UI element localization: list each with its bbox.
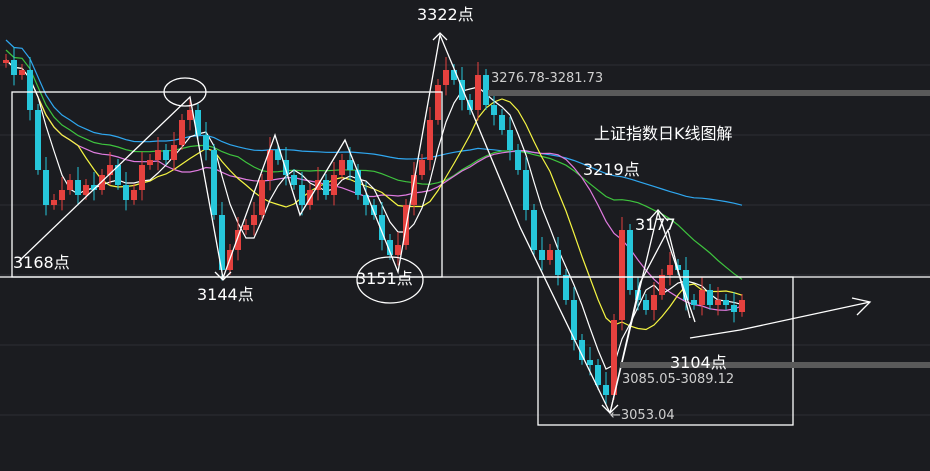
- candle-body: [619, 230, 625, 320]
- candle-body: [35, 110, 41, 170]
- candle-body: [659, 275, 665, 295]
- candle-body: [347, 160, 353, 170]
- candle-body: [395, 245, 401, 255]
- candle-body: [203, 135, 209, 150]
- candle-body: [339, 160, 345, 175]
- candle-body: [667, 265, 673, 275]
- candle-body: [587, 360, 593, 365]
- upper-gap-band: [488, 90, 930, 96]
- candle-body: [475, 75, 481, 110]
- candle-body: [515, 150, 521, 170]
- candle-body: [179, 120, 185, 145]
- label-3177: 3177: [635, 215, 676, 234]
- candle-body: [419, 160, 425, 175]
- candle-body: [563, 275, 569, 300]
- label-range-lower: 3085.05-3089.12: [622, 372, 734, 387]
- candle-body: [739, 300, 745, 312]
- candle-body: [27, 70, 33, 110]
- lower-gap-band: [620, 362, 930, 368]
- candle-body: [51, 200, 57, 205]
- candle-body: [211, 150, 217, 215]
- candle-body: [499, 115, 505, 130]
- kline-chart: 上证指数日K线图解 3322点 3168点 3144点 3151点 3219点 …: [0, 0, 930, 471]
- candle-body: [603, 385, 609, 395]
- label-3053: ←3053.04: [610, 408, 675, 423]
- candle-body: [131, 190, 137, 200]
- chart-background: [0, 0, 930, 471]
- candle-body: [435, 85, 441, 120]
- candle-body: [59, 190, 65, 200]
- candle-body: [83, 185, 89, 195]
- candle-body: [651, 295, 657, 310]
- label-3104: 3104点: [670, 353, 727, 372]
- candle-body: [699, 290, 705, 305]
- candle-body: [555, 250, 561, 275]
- candle-body: [67, 180, 73, 190]
- candle-body: [171, 145, 177, 160]
- candle-body: [123, 185, 129, 200]
- candle-body: [163, 150, 169, 160]
- candle-body: [291, 175, 297, 185]
- candle-body: [139, 165, 145, 190]
- candle-body: [707, 290, 713, 305]
- candle-body: [147, 160, 153, 165]
- candle-body: [547, 250, 553, 260]
- candle-body: [243, 225, 249, 230]
- label-3144: 3144点: [197, 285, 254, 304]
- candle-body: [531, 210, 537, 250]
- candle-body: [3, 60, 9, 63]
- candle-body: [323, 180, 329, 195]
- candle-body: [251, 215, 257, 225]
- candle-body: [523, 170, 529, 210]
- label-3322: 3322点: [417, 5, 474, 24]
- candle-body: [427, 120, 433, 160]
- candle-body: [507, 130, 513, 150]
- label-range-upper: 3276.78-3281.73: [491, 71, 603, 86]
- candle-body: [11, 60, 17, 75]
- label-3151: 3151点: [356, 269, 413, 288]
- candle-body: [331, 175, 337, 195]
- candle-body: [43, 170, 49, 205]
- candle-body: [627, 230, 633, 290]
- candle-body: [19, 70, 25, 75]
- chart-title: 上证指数日K线图解: [594, 124, 733, 143]
- candle-body: [595, 365, 601, 385]
- candle-body: [731, 305, 737, 312]
- candle-body: [75, 180, 81, 195]
- candle-body: [235, 230, 241, 250]
- candle-body: [723, 300, 729, 305]
- candle-body: [643, 300, 649, 310]
- candle-body: [491, 105, 497, 115]
- candle-body: [691, 300, 697, 305]
- candle-body: [155, 150, 161, 160]
- candle-body: [539, 250, 545, 260]
- candle-body: [99, 175, 105, 190]
- candle-body: [715, 300, 721, 305]
- candle-body: [259, 180, 265, 215]
- label-3219: 3219点: [583, 160, 640, 179]
- candle-body: [443, 70, 449, 85]
- candle-body: [299, 185, 305, 205]
- label-3168: 3168点: [13, 253, 70, 272]
